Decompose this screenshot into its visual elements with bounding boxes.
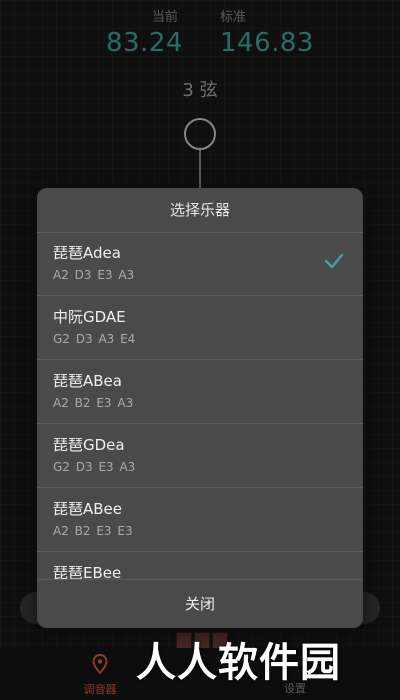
instrument-select-dialog: 选择乐器 琵琶Adea A2 D3 E3 A3 中阮GDAE G2 D3 A3 E4 琵… — [37, 188, 363, 628]
instrument-name: 琵琶ABee — [53, 500, 123, 518]
instrument-name: 琵琶Adea — [53, 244, 121, 262]
checkmark-icon — [324, 253, 344, 269]
instrument-option[interactable]: 琵琶EBee — [37, 552, 363, 580]
instrument-name: 琵琶ABea — [53, 372, 122, 390]
instrument-notes: A2 D3 E3 A3 — [53, 268, 135, 282]
instrument-option[interactable]: 琵琶ABee A2 B2 E3 E3 — [37, 488, 363, 552]
watermark-text: 人人软件园 — [136, 640, 341, 686]
instrument-notes: A2 B2 E3 E3 — [53, 524, 133, 538]
close-button[interactable]: 关闭 — [37, 579, 363, 628]
instrument-option[interactable]: 琵琶ABea A2 B2 E3 A3 — [37, 360, 363, 424]
instrument-notes: A2 B2 E3 A3 — [53, 396, 134, 410]
instrument-name: 琵琶GDea — [53, 436, 125, 454]
instrument-option[interactable]: 琵琶Adea A2 D3 E3 A3 — [37, 232, 363, 296]
instrument-list[interactable]: 琵琶Adea A2 D3 E3 A3 中阮GDAE G2 D3 A3 E4 琵琶ABea… — [37, 232, 363, 580]
instrument-notes: G2 D3 E3 A3 — [53, 460, 136, 474]
instrument-name: 琵琶EBee — [53, 564, 122, 580]
dialog-title: 选择乐器 — [37, 188, 363, 233]
instrument-option[interactable]: 琵琶GDea G2 D3 E3 A3 — [37, 424, 363, 488]
instrument-name: 中阮GDAE — [53, 308, 126, 326]
instrument-option[interactable]: 中阮GDAE G2 D3 A3 E4 — [37, 296, 363, 360]
instrument-notes: G2 D3 A3 E4 — [53, 332, 136, 346]
